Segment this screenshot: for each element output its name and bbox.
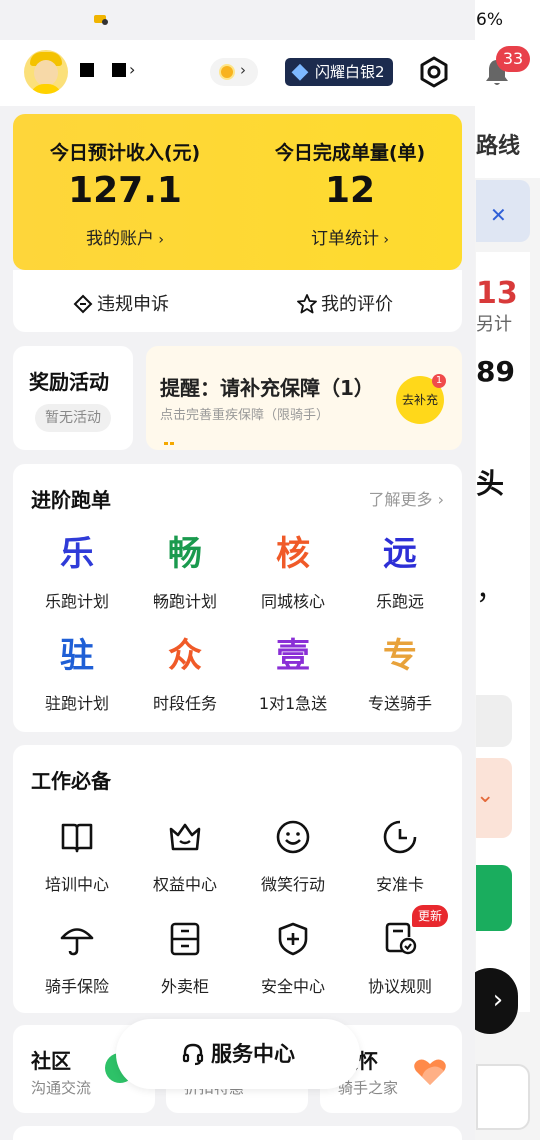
grid-item-smile-action[interactable]: 微笑行动 [237, 815, 349, 905]
background-text-2: 头 [476, 467, 505, 500]
appeal-icon [73, 294, 93, 314]
status-bar-app-icon [92, 9, 110, 27]
work-essentials-section: 工作必备 培训中心 权益中心 微笑行动 安准卡 骑手保险 外卖柜 安全中心 更新… [13, 745, 462, 1013]
shield-icon [278, 922, 308, 956]
rating-button[interactable]: 我的评价 [297, 290, 393, 316]
route-title: 路线 [476, 134, 521, 159]
city-core-icon: 核 [276, 534, 310, 574]
grid-item-one-to-one[interactable]: 壹 1对1急送 [237, 634, 349, 724]
update-badge: 更新 [412, 905, 449, 927]
income-column: 今日预计收入(元) 127.1 我的账户 › [13, 114, 237, 270]
settings-icon[interactable] [418, 56, 450, 88]
grid-item-rider-insurance[interactable]: 骑手保险 [21, 917, 133, 1007]
cabinet-icon [170, 922, 200, 956]
grid-item-anzhun-card[interactable]: 安准卡 [344, 815, 456, 905]
background-bottom-box [476, 1064, 530, 1130]
dedicated-icon: 专 [383, 636, 417, 676]
profile-chevron-icon[interactable]: › [129, 60, 135, 79]
reminder-subtitle: 点击完善重疾保障（限骑手） [160, 408, 330, 423]
learn-more-link[interactable]: 了解更多 › [369, 486, 445, 510]
grid-item-dedicated-rider[interactable]: 专 专送骑手 [344, 634, 456, 724]
smile-icon [276, 820, 310, 854]
lepao-far-icon: 远 [383, 534, 417, 574]
grid-item-zhupao-plan[interactable]: 驻 驻跑计划 [21, 634, 133, 724]
grid-item-benefits[interactable]: 权益中心 [129, 815, 241, 905]
clock-card-icon [383, 820, 417, 854]
zhupao-icon: 驻 [60, 636, 94, 676]
grid-item-agreement-rules[interactable]: 更新 协议规则 [344, 905, 456, 1007]
timeslot-icon: 众 [168, 636, 202, 676]
heart-icon [414, 1059, 446, 1085]
rank-badge[interactable]: ◆ 闪耀白银2 [285, 58, 393, 86]
profile-row: › › ◆ 闪耀白银2 [0, 40, 475, 106]
headset-icon [182, 1043, 204, 1066]
grid-item-lepao-far[interactable]: 远 乐跑远 [344, 532, 456, 622]
income-value: 127.1 [68, 170, 182, 211]
chevron-down-icon: ⌄ [476, 783, 495, 808]
redacted-name-block [112, 63, 126, 77]
quick-actions-row: 违规申诉 我的评价 [13, 270, 462, 332]
star-icon [297, 294, 317, 314]
grid-item-training[interactable]: 培训中心 [21, 815, 133, 905]
rank-label: 闪耀白银2 [315, 63, 385, 81]
income-card: 今日预计收入(元) 127.1 我的账户 › 今日完成单量(单) 12 订单统计… [13, 114, 462, 270]
side-drawer: › › ◆ 闪耀白银2 今日预计收入(元) 127.1 我的账户 › 今日完成单… [0, 0, 475, 1140]
section-title: 进阶跑单 [31, 488, 111, 512]
supplement-badge: 1 [432, 374, 446, 388]
community-subtitle: 沟通交流 [31, 1079, 92, 1097]
income-title: 今日预计收入(元) [49, 142, 201, 164]
rank-diamond-icon: ◆ [291, 59, 309, 84]
bottom-card-partial [13, 1126, 462, 1140]
carousel-indicator [164, 430, 178, 445]
medal-icon [219, 64, 235, 80]
notification-badge: 33 [496, 46, 530, 72]
grid-item-safety-center[interactable]: 安全中心 [237, 917, 349, 1007]
crown-icon [169, 823, 201, 851]
orders-title: 今日完成单量(单) [274, 142, 426, 164]
grid-item-timeslot-task[interactable]: 众 时段任务 [129, 634, 241, 724]
reminder-title: 提醒：请补充保障（1） [160, 376, 374, 400]
appeal-button[interactable]: 违规申诉 [73, 290, 169, 316]
background-action-button[interactable] [476, 865, 512, 931]
umbrella-icon [60, 928, 94, 956]
background-field [476, 695, 512, 747]
avatar[interactable] [24, 50, 68, 94]
grid-item-lepao-plan[interactable]: 乐 乐跑计划 [21, 532, 133, 622]
lepao-icon: 乐 [60, 534, 94, 574]
grid-item-food-locker[interactable]: 外卖柜 [129, 917, 241, 1007]
chevron-right-icon: › [240, 61, 246, 79]
orders-value: 12 [324, 170, 376, 211]
background-text-3: ， [476, 573, 505, 606]
background-amount: 13 [476, 276, 518, 311]
redacted-name-block [80, 63, 94, 77]
medal-button[interactable]: › [210, 58, 258, 86]
service-center-button[interactable]: 服务中心 [116, 1019, 360, 1089]
grid-item-city-core[interactable]: 核 同城核心 [237, 532, 349, 622]
changpao-icon: 畅 [168, 534, 202, 574]
grid-item-changpao-plan[interactable]: 畅 畅跑计划 [129, 532, 241, 622]
background-text: 另计 [476, 314, 512, 335]
close-icon[interactable]: ✕ [490, 203, 507, 227]
orders-column: 今日完成单量(单) 12 订单统计 › [238, 114, 462, 270]
community-title: 社区 [31, 1049, 71, 1073]
reward-activity-card[interactable]: 奖励活动 暂无活动 [13, 346, 133, 450]
book-icon [61, 823, 93, 853]
one-to-one-icon: 壹 [276, 636, 310, 676]
section-title: 工作必备 [31, 769, 111, 793]
background-amount-2: 89 [476, 355, 515, 388]
order-stats-link[interactable]: 订单统计 › [238, 224, 462, 249]
battery-indicator: 6% [476, 10, 503, 30]
reward-empty-pill: 暂无活动 [35, 404, 111, 432]
reminder-card[interactable]: 提醒：请补充保障（1） 点击完善重疾保障（限骑手） 去补充 1 [146, 346, 462, 450]
advanced-running-section: 进阶跑单 了解更多 › 乐 乐跑计划 畅 畅跑计划 核 同城核心 远 乐跑远 驻… [13, 464, 462, 732]
reward-title: 奖励活动 [29, 370, 109, 394]
my-account-link[interactable]: 我的账户 › [13, 224, 237, 249]
